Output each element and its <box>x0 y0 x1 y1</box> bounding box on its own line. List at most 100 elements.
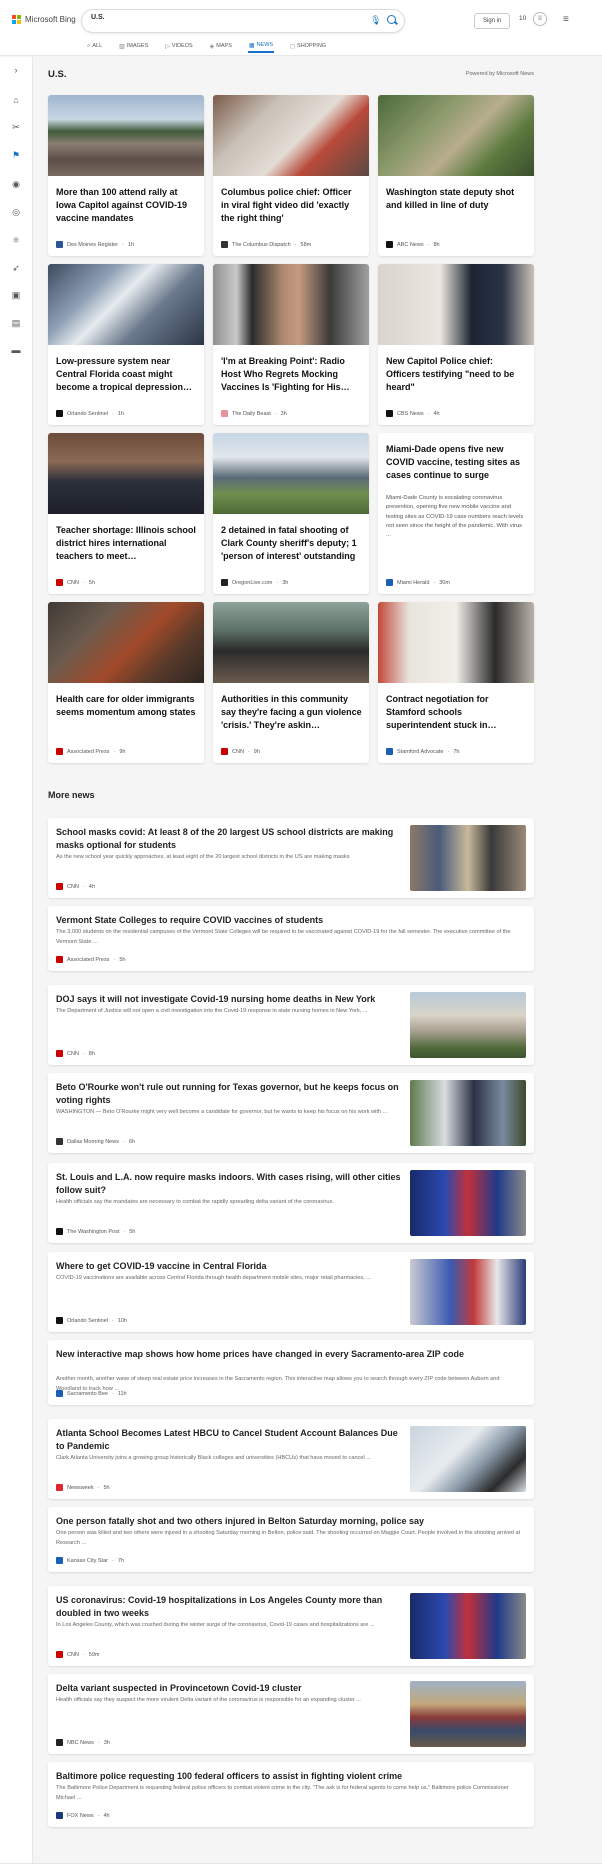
more-news-item[interactable]: US coronavirus: Covid-19 hospitalization… <box>48 1586 534 1666</box>
news-card[interactable]: Washington state deputy shot and killed … <box>378 95 534 256</box>
science-icon[interactable]: ⚛ <box>10 234 22 246</box>
more-news-thumbnail[interactable] <box>410 992 526 1058</box>
more-news-thumbnail[interactable] <box>410 825 526 891</box>
tab-images[interactable]: ▧ IMAGES <box>118 39 149 53</box>
news-card-image[interactable] <box>48 264 204 345</box>
source-name[interactable]: CBS News <box>397 411 424 417</box>
hamburger-menu-icon[interactable]: ≡ <box>563 14 569 25</box>
news-card-image[interactable] <box>213 433 369 514</box>
news-card-title[interactable]: Health care for older immigrants seems m… <box>56 693 197 719</box>
source-name[interactable]: Sacramento Bee <box>67 1391 108 1397</box>
more-news-item[interactable]: New interactive map shows how home price… <box>48 1340 534 1405</box>
news-card-image[interactable] <box>378 264 534 345</box>
source-name[interactable]: Dallas Morning News <box>67 1139 119 1145</box>
more-news-item[interactable]: Vermont State Colleges to require COVID … <box>48 906 534 971</box>
source-name[interactable]: CNN <box>67 580 79 586</box>
news-card-title[interactable]: 'I'm at Breaking Point': Radio Host Who … <box>221 355 362 394</box>
tab-maps[interactable]: ◈ MAPS <box>209 39 233 53</box>
news-card-image[interactable] <box>378 602 534 683</box>
news-card[interactable]: Low-pressure system near Central Florida… <box>48 264 204 425</box>
source-name[interactable]: The Columbus Dispatch <box>232 242 291 248</box>
tab-shopping[interactable]: ◻ SHOPPING <box>289 39 327 53</box>
source-name[interactable]: Associated Press <box>67 749 110 755</box>
more-news-title-link[interactable]: One person fatally shot and two others i… <box>56 1515 526 1528</box>
card-icon[interactable]: ▬ <box>10 344 22 356</box>
more-news-item[interactable]: Where to get COVID-19 vaccine in Central… <box>48 1252 534 1332</box>
source-name[interactable]: ABC News <box>397 242 424 248</box>
source-name[interactable]: Des Moines Register <box>67 242 118 248</box>
news-card-title[interactable]: Contract negotiation for Stamford school… <box>386 693 527 732</box>
news-card[interactable]: Columbus police chief: Officer in viral … <box>213 95 369 256</box>
source-name[interactable]: NBC News <box>67 1740 94 1746</box>
news-card[interactable]: Contract negotiation for Stamford school… <box>378 602 534 763</box>
location-icon[interactable]: ◉ <box>10 178 22 190</box>
more-news-item[interactable]: Beto O'Rourke won't rule out running for… <box>48 1073 534 1153</box>
news-card-image[interactable] <box>48 433 204 514</box>
source-name[interactable]: CNN <box>67 884 79 890</box>
news-card-image[interactable] <box>378 95 534 176</box>
news-card-title[interactable]: More than 100 attend rally at Iowa Capit… <box>56 186 197 225</box>
flag-icon[interactable]: ⚑ <box>10 149 22 161</box>
news-card[interactable]: 2 detained in fatal shooting of Clark Co… <box>213 433 369 594</box>
news-card-title[interactable]: Low-pressure system near Central Florida… <box>56 355 197 394</box>
more-news-title-link[interactable]: Where to get COVID-19 vaccine in Central… <box>56 1260 406 1273</box>
source-name[interactable]: Stamford Advocate <box>397 749 443 755</box>
search-icon[interactable] <box>386 14 398 26</box>
source-name[interactable]: The Washington Post <box>67 1229 119 1235</box>
source-name[interactable]: FOX News <box>67 1813 94 1819</box>
source-name[interactable]: Associated Press <box>67 957 110 963</box>
more-news-title-link[interactable]: Baltimore police requesting 100 federal … <box>56 1770 526 1783</box>
source-name[interactable]: Newsweek <box>67 1485 94 1491</box>
more-news-title-link[interactable]: School masks covid: At least 8 of the 20… <box>56 826 406 852</box>
more-news-item[interactable]: School masks covid: At least 8 of the 20… <box>48 818 534 898</box>
more-news-thumbnail[interactable] <box>410 1593 526 1659</box>
more-news-thumbnail[interactable] <box>410 1080 526 1146</box>
news-card-image[interactable] <box>213 264 369 345</box>
more-news-thumbnail[interactable] <box>410 1259 526 1325</box>
more-news-title-link[interactable]: St. Louis and L.A. now require masks ind… <box>56 1171 406 1197</box>
more-news-title-link[interactable]: Delta variant suspected in Provincetown … <box>56 1682 406 1695</box>
rewards-count[interactable]: 10 <box>519 15 526 22</box>
source-name[interactable]: Orlando Sentinel <box>67 411 108 417</box>
more-news-title-link[interactable]: DOJ says it will not investigate Covid-1… <box>56 993 406 1006</box>
news-card-image[interactable] <box>213 602 369 683</box>
more-news-title-link[interactable]: Vermont State Colleges to require COVID … <box>56 914 526 927</box>
source-name[interactable]: The Daily Beast <box>232 411 271 417</box>
news-card-title[interactable]: Miami-Dade opens five new COVID vaccine,… <box>386 443 527 482</box>
news-card[interactable]: 'I'm at Breaking Point': Radio Host Who … <box>213 264 369 425</box>
news-card[interactable]: Health care for older immigrants seems m… <box>48 602 204 763</box>
home-icon[interactable]: ⌂ <box>10 94 22 106</box>
more-news-title-link[interactable]: Atlanta School Becomes Latest HBCU to Ca… <box>56 1427 406 1453</box>
rocket-icon[interactable]: ➶ <box>10 262 22 274</box>
tools-icon[interactable]: ✂ <box>10 121 22 133</box>
news-card-image[interactable] <box>48 95 204 176</box>
more-news-item[interactable]: Atlanta School Becomes Latest HBCU to Ca… <box>48 1419 534 1499</box>
news-card[interactable]: Teacher shortage: Illinois school distri… <box>48 433 204 594</box>
source-name[interactable]: CNN <box>232 749 244 755</box>
news-card-image[interactable] <box>213 95 369 176</box>
more-news-item[interactable]: One person fatally shot and two others i… <box>48 1507 534 1572</box>
more-news-thumbnail[interactable] <box>410 1170 526 1236</box>
more-news-item[interactable]: Delta variant suspected in Provincetown … <box>48 1674 534 1754</box>
news-card[interactable]: More than 100 attend rally at Iowa Capit… <box>48 95 204 256</box>
microphone-icon[interactable]: 🎙 <box>370 15 381 26</box>
news-card-image[interactable] <box>48 602 204 683</box>
rewards-trophy-icon[interactable]: ♕ <box>533 12 547 26</box>
news-card-title[interactable]: 2 detained in fatal shooting of Clark Co… <box>221 524 362 563</box>
more-news-thumbnail[interactable] <box>410 1681 526 1747</box>
news-card[interactable]: Miami-Dade opens five new COVID vaccine,… <box>378 433 534 594</box>
source-name[interactable]: CNN <box>67 1051 79 1057</box>
more-news-title-link[interactable]: Beto O'Rourke won't rule out running for… <box>56 1081 406 1107</box>
search-input[interactable] <box>91 14 291 21</box>
more-news-item[interactable]: St. Louis and L.A. now require masks ind… <box>48 1163 534 1243</box>
more-news-title-link[interactable]: US coronavirus: Covid-19 hospitalization… <box>56 1594 406 1620</box>
source-name[interactable]: Orlando Sentinel <box>67 1318 108 1324</box>
tab-news[interactable]: ▦ NEWS <box>247 39 275 53</box>
more-news-title-link[interactable]: New interactive map shows how home price… <box>56 1348 526 1361</box>
tab-videos[interactable]: ▷ VIDEOS <box>164 39 193 53</box>
source-name[interactable]: Kansas City Star <box>67 1558 108 1564</box>
more-news-item[interactable]: DOJ says it will not investigate Covid-1… <box>48 985 534 1065</box>
news-card-title[interactable]: New Capitol Police chief: Officers testi… <box>386 355 527 394</box>
search-box[interactable]: 🎙 <box>82 10 404 32</box>
news-card[interactable]: Authorities in this community say they'r… <box>213 602 369 763</box>
